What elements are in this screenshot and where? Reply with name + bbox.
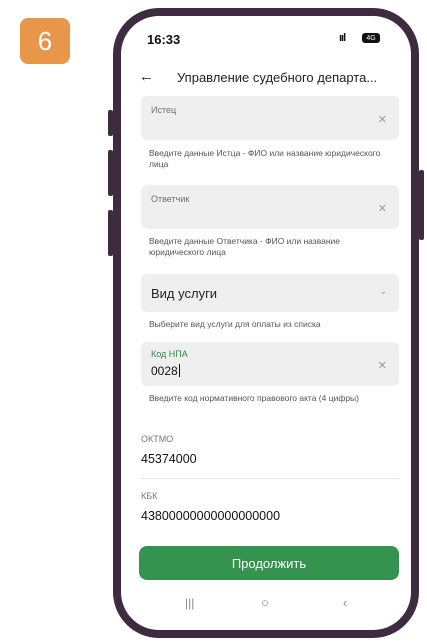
step-badge: 6: [20, 18, 70, 64]
plaintiff-label: Истец: [151, 105, 177, 115]
system-nav-bar: ||| ○ ‹: [121, 594, 411, 618]
phone-side-button-right: [419, 170, 424, 240]
status-time: 16:33: [147, 32, 181, 47]
back-nav-icon[interactable]: ‹: [343, 596, 347, 610]
status-bar: 16:33 ııl 4G: [121, 16, 411, 56]
npa-code-input[interactable]: 0028: [151, 364, 180, 378]
phone-side-button-left-1: [108, 110, 113, 136]
defendant-hint: Введите данные Ответчика - ФИО или назва…: [149, 236, 341, 257]
page-title: Управление судебного департа...: [177, 70, 378, 85]
plaintiff-clear-icon[interactable]: ✕: [378, 113, 387, 126]
npa-code-value: 0028: [151, 364, 178, 378]
app-header: ← Управление судебного департа...: [121, 64, 411, 94]
text-caret: [178, 364, 180, 377]
oktmo-value: 45374000: [141, 452, 197, 466]
chevron-down-icon: ⌄: [379, 286, 387, 296]
battery-icon: 4G: [362, 33, 380, 43]
divider: [141, 478, 399, 479]
continue-button[interactable]: Продолжить: [139, 546, 399, 580]
npa-code-field[interactable]: Код НПА 0028 ✕: [141, 342, 399, 386]
phone-screen: 16:33 ııl 4G ← Управление судебного депа…: [121, 16, 411, 630]
signal-icon: ııl: [339, 32, 346, 44]
kbk-label: КБК: [141, 491, 158, 501]
recent-apps-icon[interactable]: |||: [185, 596, 194, 610]
defendant-field[interactable]: Ответчик ✕: [141, 185, 399, 229]
service-type-value: Вид услуги: [151, 286, 218, 301]
phone-side-button-left-2: [108, 150, 113, 196]
plaintiff-field[interactable]: Истец ✕: [141, 96, 399, 140]
kbk-value: 43800000000000000000: [141, 509, 281, 523]
phone-side-button-left-3: [108, 210, 113, 256]
npa-code-hint: Введите код нормативного правового акта …: [149, 393, 359, 403]
service-type-select[interactable]: Вид услуги ⌄: [141, 274, 399, 312]
back-arrow-icon[interactable]: ←: [139, 68, 154, 85]
npa-code-label: Код НПА: [151, 349, 188, 359]
service-type-hint: Выберите вид услуги для оплаты из списка: [149, 319, 321, 329]
oktmo-label: ОКТМО: [141, 434, 174, 444]
defendant-label: Ответчик: [151, 194, 190, 204]
plaintiff-hint: Введите данные Истца - ФИО или название …: [149, 148, 381, 169]
defendant-clear-icon[interactable]: ✕: [378, 202, 387, 215]
npa-code-clear-icon[interactable]: ✕: [378, 359, 387, 372]
home-icon[interactable]: ○: [261, 595, 269, 610]
